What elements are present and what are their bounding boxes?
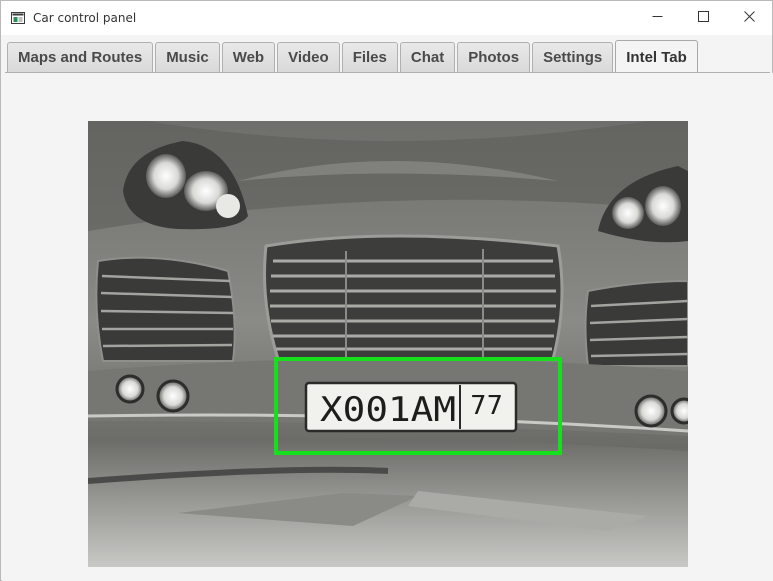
close-icon: [743, 9, 755, 27]
tab-music[interactable]: Music: [155, 42, 220, 72]
tab-maps-and-routes[interactable]: Maps and Routes: [7, 42, 154, 72]
tab-web[interactable]: Web: [221, 42, 276, 72]
window-title: Car control panel: [33, 11, 137, 25]
tab-settings[interactable]: Settings: [532, 42, 614, 72]
tab-video[interactable]: Video: [277, 42, 340, 72]
plate-number-text: X001AM: [320, 390, 456, 430]
maximize-icon: [697, 9, 709, 27]
minimize-icon: [652, 9, 663, 27]
tab-bar: Maps and Routes Music Web Video Files Ch…: [5, 39, 698, 73]
maximize-button[interactable]: [680, 1, 726, 35]
app-icon: [10, 10, 26, 26]
app-window: Car control panel Maps and Routes Music …: [0, 0, 773, 581]
tab-chat[interactable]: Chat: [399, 42, 456, 72]
camera-feed-image: X001AM 77: [87, 121, 698, 567]
plate-region-text: 77: [470, 391, 503, 421]
minimize-button[interactable]: [634, 1, 680, 35]
tab-files[interactable]: Files: [341, 42, 398, 72]
title-bar[interactable]: Car control panel: [1, 1, 772, 35]
close-button[interactable]: [726, 1, 772, 35]
tab-intel-tab[interactable]: Intel Tab: [615, 40, 698, 73]
tab-photos[interactable]: Photos: [457, 42, 531, 72]
window-controls: [634, 1, 772, 35]
intel-tab-panel: X001AM 77: [2, 73, 773, 581]
